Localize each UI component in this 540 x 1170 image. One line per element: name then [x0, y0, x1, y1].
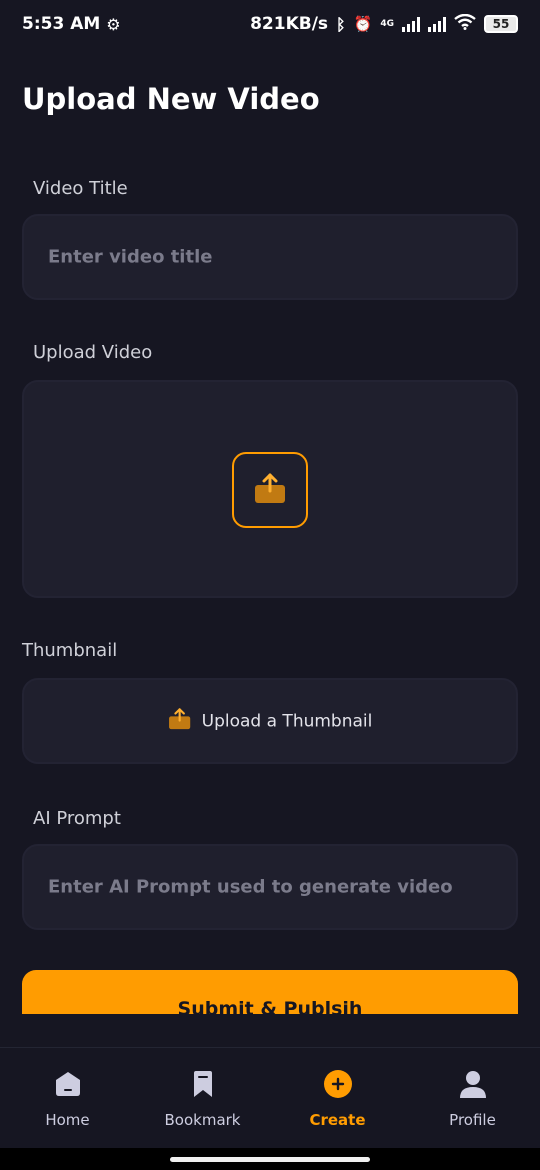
thumbnail-label: Thumbnail — [22, 640, 118, 661]
submit-button[interactable]: Submit & Publsih — [22, 970, 518, 1014]
nav-item-bookmark[interactable]: Bookmark — [135, 1048, 270, 1149]
network-type: 4G — [380, 19, 394, 29]
alarm-icon: ⏰ — [353, 15, 373, 33]
gesture-bar — [0, 1148, 540, 1170]
upload-icon — [253, 471, 287, 509]
wifi-icon — [454, 13, 476, 35]
battery-icon: 55 — [484, 15, 518, 33]
nav-item-profile[interactable]: Profile — [405, 1048, 540, 1149]
profile-icon — [458, 1069, 488, 1103]
bottom-nav: Home Bookmark Create Profile — [0, 1047, 540, 1149]
ai-prompt-input[interactable]: Enter AI Prompt used to generate video — [22, 844, 518, 930]
nav-bookmark-label: Bookmark — [164, 1110, 241, 1129]
thumbnail-upload-button[interactable]: Upload a Thumbnail — [22, 678, 518, 764]
signal-icon — [402, 16, 420, 32]
video-title-placeholder: Enter video title — [48, 246, 213, 268]
video-title-label: Video Title — [33, 178, 128, 199]
plus-circle-icon — [323, 1069, 353, 1103]
net-speed: 821KB/s — [250, 14, 329, 34]
settings-gear-icon: ⚙ — [106, 14, 121, 34]
ai-prompt-placeholder: Enter AI Prompt used to generate video — [48, 876, 453, 898]
nav-home-label: Home — [45, 1110, 90, 1129]
nav-item-create[interactable]: Create — [270, 1048, 405, 1149]
status-bar: 5:53 AM ⚙ 821KB/s ᛒ ⏰ 4G 55 — [0, 0, 540, 48]
status-time: 5:53 AM — [22, 14, 101, 34]
thumbnail-button-label: Upload a Thumbnail — [201, 711, 373, 731]
home-indicator[interactable] — [170, 1157, 370, 1162]
signal-icon-2 — [428, 16, 446, 32]
upload-video-label: Upload Video — [33, 342, 153, 363]
bookmark-icon — [188, 1069, 218, 1103]
ai-prompt-label: AI Prompt — [33, 808, 121, 829]
upload-icon — [168, 707, 192, 736]
bluetooth-icon: ᛒ — [336, 14, 346, 34]
video-title-input[interactable]: Enter video title — [22, 214, 518, 300]
nav-profile-label: Profile — [449, 1110, 496, 1129]
upload-video-button[interactable] — [232, 452, 308, 528]
nav-create-label: Create — [309, 1110, 366, 1129]
nav-item-home[interactable]: Home — [0, 1048, 135, 1149]
page-title: Upload New Video — [22, 82, 320, 116]
submit-label: Submit & Publsih — [177, 998, 363, 1014]
home-icon — [53, 1069, 83, 1103]
